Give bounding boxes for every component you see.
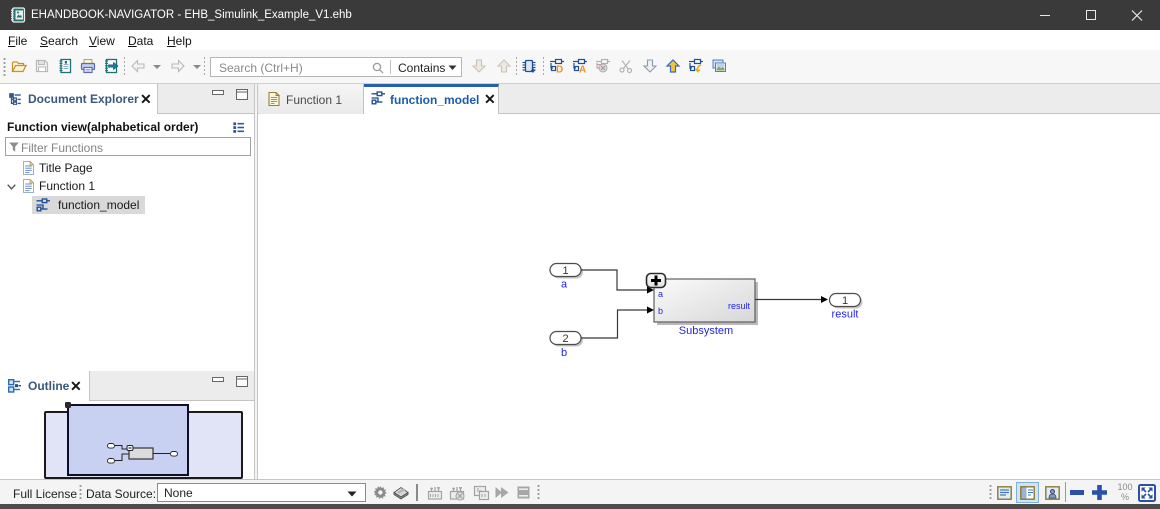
svg-text:b: b [561,347,567,359]
svg-text:Subsystem: Subsystem [679,325,733,337]
svg-text:result: result [832,309,859,321]
svg-text:b: b [658,306,663,316]
svg-text:result: result [728,301,751,311]
svg-text:1: 1 [842,295,848,307]
svg-text:A: A [579,65,586,75]
svg-text:a: a [658,289,663,299]
svg-text:1: 1 [562,265,568,277]
svg-text:a: a [561,279,568,291]
svg-text:D: D [556,65,563,75]
svg-text:2: 2 [562,333,568,345]
